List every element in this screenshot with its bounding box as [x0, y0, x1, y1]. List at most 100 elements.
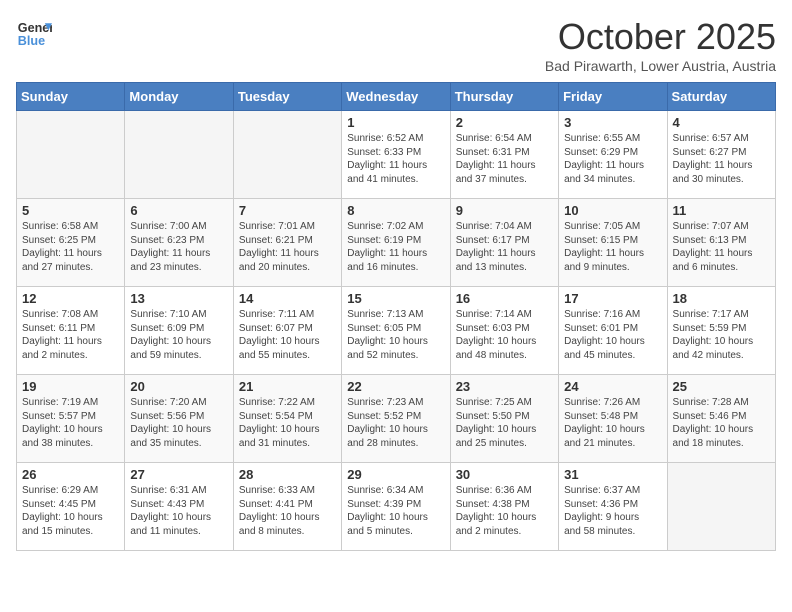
day-info: Sunrise: 7:07 AM Sunset: 6:13 PM Dayligh… [673, 220, 770, 274]
day-number: 27 [130, 467, 227, 482]
day-number: 13 [130, 291, 227, 306]
calendar-cell: 21 Sunrise: 7:22 AM Sunset: 5:54 PM Dayli… [233, 375, 341, 463]
calendar-cell: 27 Sunrise: 6:31 AM Sunset: 4:43 PM Dayli… [125, 463, 233, 551]
calendar-cell: 1 Sunrise: 6:52 AM Sunset: 6:33 PM Daylig… [342, 111, 450, 199]
day-number: 20 [130, 379, 227, 394]
day-number: 6 [130, 203, 227, 218]
day-info: Sunrise: 7:08 AM Sunset: 6:11 PM Dayligh… [22, 308, 119, 362]
day-info: Sunrise: 7:22 AM Sunset: 5:54 PM Dayligh… [239, 396, 336, 450]
calendar-cell: 30 Sunrise: 6:36 AM Sunset: 4:38 PM Dayli… [450, 463, 558, 551]
title-block: October 2025 Bad Pirawarth, Lower Austri… [545, 16, 776, 74]
day-header-wednesday: Wednesday [342, 83, 450, 111]
day-header-thursday: Thursday [450, 83, 558, 111]
day-info: Sunrise: 7:04 AM Sunset: 6:17 PM Dayligh… [456, 220, 553, 274]
day-info: Sunrise: 7:16 AM Sunset: 6:01 PM Dayligh… [564, 308, 661, 362]
calendar-cell [17, 111, 125, 199]
day-number: 12 [22, 291, 119, 306]
calendar-cell: 14 Sunrise: 7:11 AM Sunset: 6:07 PM Dayli… [233, 287, 341, 375]
day-info: Sunrise: 7:10 AM Sunset: 6:09 PM Dayligh… [130, 308, 227, 362]
calendar-cell: 31 Sunrise: 6:37 AM Sunset: 4:36 PM Dayli… [559, 463, 667, 551]
day-info: Sunrise: 6:58 AM Sunset: 6:25 PM Dayligh… [22, 220, 119, 274]
calendar-cell: 24 Sunrise: 7:26 AM Sunset: 5:48 PM Dayli… [559, 375, 667, 463]
day-number: 18 [673, 291, 770, 306]
calendar-cell: 5 Sunrise: 6:58 AM Sunset: 6:25 PM Daylig… [17, 199, 125, 287]
day-number: 17 [564, 291, 661, 306]
week-row-3: 12 Sunrise: 7:08 AM Sunset: 6:11 PM Dayli… [17, 287, 776, 375]
day-number: 8 [347, 203, 444, 218]
week-row-5: 26 Sunrise: 6:29 AM Sunset: 4:45 PM Dayli… [17, 463, 776, 551]
day-number: 26 [22, 467, 119, 482]
calendar-subtitle: Bad Pirawarth, Lower Austria, Austria [545, 58, 776, 74]
day-info: Sunrise: 6:52 AM Sunset: 6:33 PM Dayligh… [347, 132, 444, 186]
day-info: Sunrise: 6:57 AM Sunset: 6:27 PM Dayligh… [673, 132, 770, 186]
calendar-cell: 28Sunrise: 6:33 AM Sunset: 4:41 PM Dayli… [233, 463, 341, 551]
calendar-cell: 7Sunrise: 7:01 AM Sunset: 6:21 PM Daylig… [233, 199, 341, 287]
day-header-monday: Monday [125, 83, 233, 111]
calendar-cell: 29 Sunrise: 6:34 AM Sunset: 4:39 PM Dayli… [342, 463, 450, 551]
day-info: Sunrise: 7:00 AM Sunset: 6:23 PM Dayligh… [130, 220, 227, 274]
day-number: 1 [347, 115, 444, 130]
calendar-cell [667, 463, 775, 551]
day-header-tuesday: Tuesday [233, 83, 341, 111]
calendar-cell: 15 Sunrise: 7:13 AM Sunset: 6:05 PM Dayli… [342, 287, 450, 375]
calendar-cell: 20 Sunrise: 7:20 AM Sunset: 5:56 PM Dayli… [125, 375, 233, 463]
days-header-row: SundayMondayTuesdayWednesdayThursdayFrid… [17, 83, 776, 111]
day-header-saturday: Saturday [667, 83, 775, 111]
day-number: 10 [564, 203, 661, 218]
page-header: General Blue October 2025 Bad Pirawarth,… [16, 16, 776, 74]
day-number: 23 [456, 379, 553, 394]
day-number: 24 [564, 379, 661, 394]
calendar-cell: 17 Sunrise: 7:16 AM Sunset: 6:01 PM Dayli… [559, 287, 667, 375]
week-row-4: 19Sunrise: 7:19 AM Sunset: 5:57 PM Dayli… [17, 375, 776, 463]
day-info: Sunrise: 6:29 AM Sunset: 4:45 PM Dayligh… [22, 484, 119, 538]
calendar-cell: 18 Sunrise: 7:17 AM Sunset: 5:59 PM Dayli… [667, 287, 775, 375]
svg-text:Blue: Blue [18, 34, 45, 48]
day-info: Sunrise: 7:02 AM Sunset: 6:19 PM Dayligh… [347, 220, 444, 274]
day-number: 19 [22, 379, 119, 394]
calendar-table: SundayMondayTuesdayWednesdayThursdayFrid… [16, 82, 776, 551]
day-number: 9 [456, 203, 553, 218]
week-row-2: 5 Sunrise: 6:58 AM Sunset: 6:25 PM Daylig… [17, 199, 776, 287]
calendar-cell: 23Sunrise: 7:25 AM Sunset: 5:50 PM Dayli… [450, 375, 558, 463]
logo-icon: General Blue [16, 16, 52, 52]
day-number: 30 [456, 467, 553, 482]
calendar-cell: 2 Sunrise: 6:54 AM Sunset: 6:31 PM Daylig… [450, 111, 558, 199]
day-info: Sunrise: 6:37 AM Sunset: 4:36 PM Dayligh… [564, 484, 661, 538]
day-info: Sunrise: 7:14 AM Sunset: 6:03 PM Dayligh… [456, 308, 553, 362]
day-number: 5 [22, 203, 119, 218]
week-row-1: 1 Sunrise: 6:52 AM Sunset: 6:33 PM Daylig… [17, 111, 776, 199]
day-info: Sunrise: 7:13 AM Sunset: 6:05 PM Dayligh… [347, 308, 444, 362]
day-number: 3 [564, 115, 661, 130]
day-number: 2 [456, 115, 553, 130]
day-number: 15 [347, 291, 444, 306]
day-number: 21 [239, 379, 336, 394]
calendar-cell: 12 Sunrise: 7:08 AM Sunset: 6:11 PM Dayli… [17, 287, 125, 375]
day-info: Sunrise: 7:17 AM Sunset: 5:59 PM Dayligh… [673, 308, 770, 362]
day-info: Sunrise: 7:01 AM Sunset: 6:21 PM Dayligh… [239, 220, 336, 274]
calendar-cell [233, 111, 341, 199]
day-info: Sunrise: 6:33 AM Sunset: 4:41 PM Dayligh… [239, 484, 336, 538]
calendar-cell: 3 Sunrise: 6:55 AM Sunset: 6:29 PM Daylig… [559, 111, 667, 199]
day-number: 11 [673, 203, 770, 218]
day-info: Sunrise: 7:20 AM Sunset: 5:56 PM Dayligh… [130, 396, 227, 450]
calendar-cell: 9 Sunrise: 7:04 AM Sunset: 6:17 PM Daylig… [450, 199, 558, 287]
day-number: 14 [239, 291, 336, 306]
day-header-sunday: Sunday [17, 83, 125, 111]
calendar-cell [125, 111, 233, 199]
day-info: Sunrise: 6:31 AM Sunset: 4:43 PM Dayligh… [130, 484, 227, 538]
day-info: Sunrise: 6:36 AM Sunset: 4:38 PM Dayligh… [456, 484, 553, 538]
calendar-cell: 25Sunrise: 7:28 AM Sunset: 5:46 PM Dayli… [667, 375, 775, 463]
calendar-cell: 11 Sunrise: 7:07 AM Sunset: 6:13 PM Dayli… [667, 199, 775, 287]
day-number: 29 [347, 467, 444, 482]
day-info: Sunrise: 7:11 AM Sunset: 6:07 PM Dayligh… [239, 308, 336, 362]
day-info: Sunrise: 7:26 AM Sunset: 5:48 PM Dayligh… [564, 396, 661, 450]
calendar-cell: 13 Sunrise: 7:10 AM Sunset: 6:09 PM Dayli… [125, 287, 233, 375]
day-info: Sunrise: 6:54 AM Sunset: 6:31 PM Dayligh… [456, 132, 553, 186]
calendar-cell: 22Sunrise: 7:23 AM Sunset: 5:52 PM Dayli… [342, 375, 450, 463]
day-number: 31 [564, 467, 661, 482]
day-info: Sunrise: 7:28 AM Sunset: 5:46 PM Dayligh… [673, 396, 770, 450]
day-info: Sunrise: 7:05 AM Sunset: 6:15 PM Dayligh… [564, 220, 661, 274]
day-info: Sunrise: 6:55 AM Sunset: 6:29 PM Dayligh… [564, 132, 661, 186]
day-info: Sunrise: 6:34 AM Sunset: 4:39 PM Dayligh… [347, 484, 444, 538]
day-number: 22 [347, 379, 444, 394]
